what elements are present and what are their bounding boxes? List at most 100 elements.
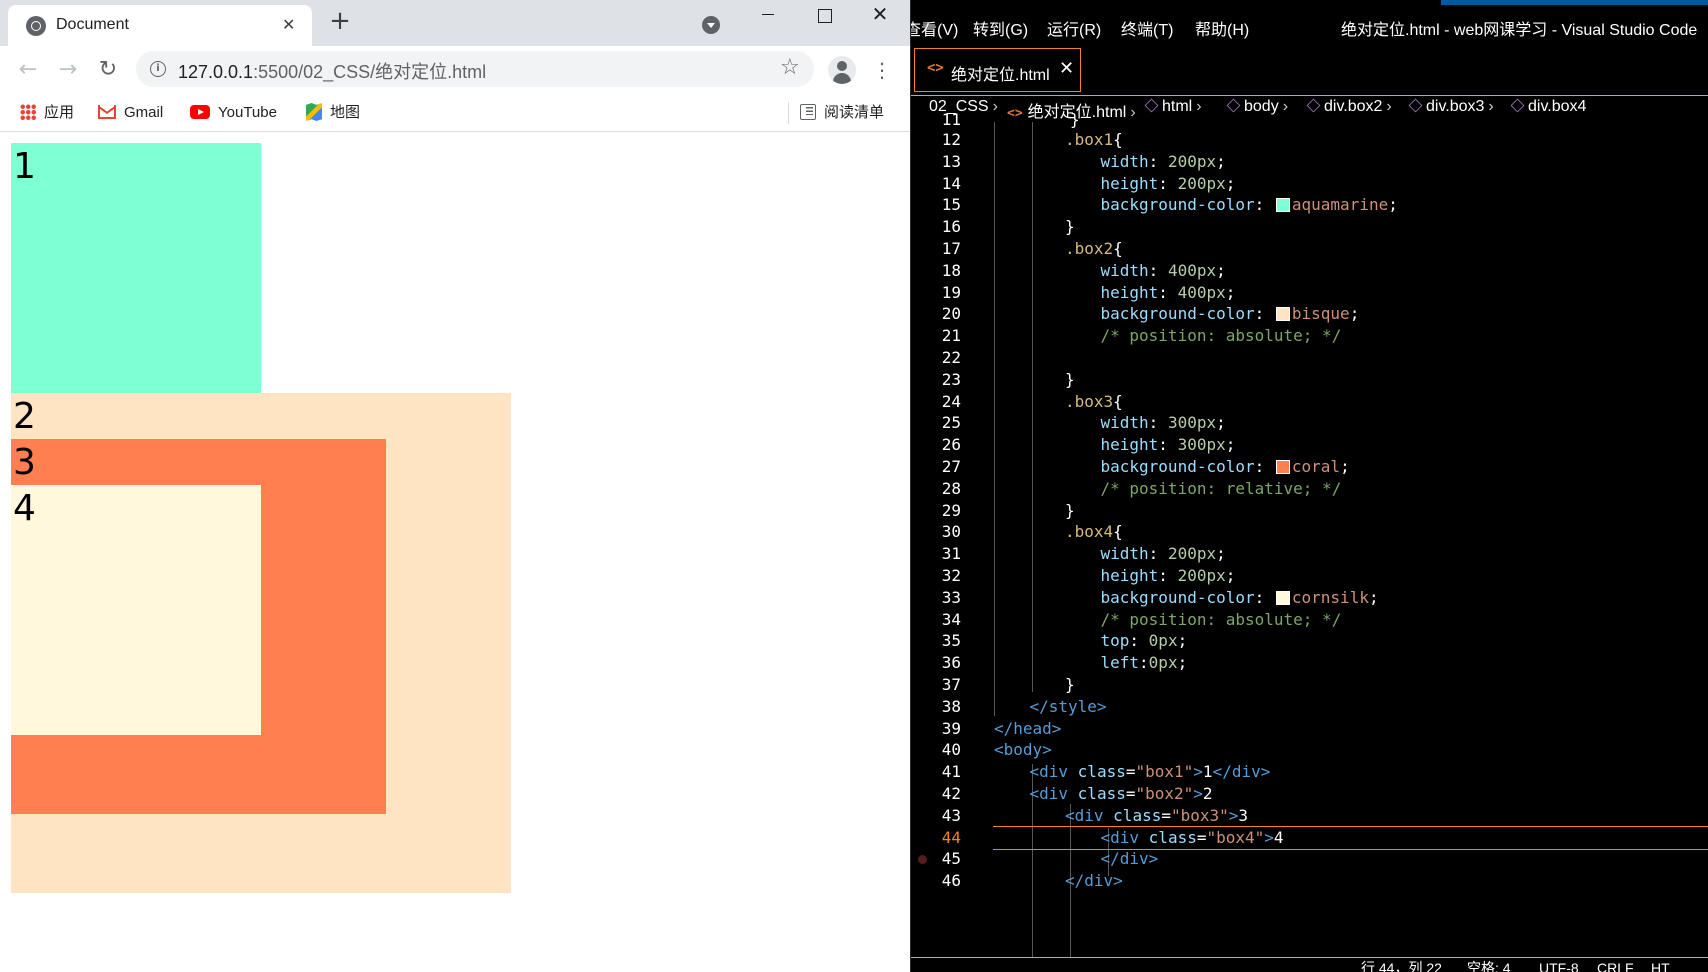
status-eol[interactable]: CRLF [1597,958,1634,972]
color-swatch[interactable] [1275,307,1290,322]
code-text: .box1{ [1065,128,1123,152]
code-token: 1 [1202,762,1213,782]
minimize-button[interactable] [740,2,796,30]
code-editor[interactable]: 11} 12 .box1{13 width: 200px; 14 height: 200… [911,110,1708,957]
code-text: } [1065,368,1075,392]
code-line: 42 <div class="box2">2 [911,782,1708,806]
bookmark-apps-label: 应用 [44,104,75,121]
code-token: .box1 [1065,130,1114,149]
code-line: 29} [911,499,1708,523]
code-token: ; [1216,260,1226,280]
line-number: 46 [941,871,961,891]
code-token: "box2" [1135,784,1194,803]
color-swatch[interactable] [1275,198,1290,213]
code-token: 2 [1202,784,1213,803]
address-bar[interactable]: i 127.0.0.1:5500/02_CSS/绝对定位.html ☆ [136,51,814,87]
menu-run[interactable]: 运行(R) [1047,16,1101,40]
code-line: 13 width: 200px; [911,150,1708,174]
code-token: <body> [994,740,1052,760]
code-token: width [1100,151,1149,171]
line-number: 26 [941,435,961,455]
code-token: ; [1225,566,1236,585]
code-token: ; [1388,195,1398,215]
line-number: 32 [941,566,961,585]
line-number: 18 [941,260,961,280]
bookmark-apps[interactable]: 应用 [20,101,74,125]
color-swatch[interactable] [1275,590,1290,605]
menu-help[interactable]: 帮助(H) [1195,16,1249,40]
code-token: > [1193,784,1203,803]
code-text: background-color: cornsilk; [1101,586,1379,610]
code-text: background-color: bisque; [1101,302,1360,326]
code-line: 43 <div class="box3">3 [911,804,1708,828]
status-language[interactable]: HT [1651,958,1670,972]
line-number: 12 [941,130,961,149]
code-token: { [1113,391,1123,411]
code-line: 21 /* position: absolute; */ [911,324,1708,348]
code-token: = [1161,805,1171,825]
tab-search-icon[interactable] [702,16,720,34]
code-text: </div> [1101,847,1159,871]
code-token: /* position: relative; */ [1100,478,1342,498]
bookmark-youtube[interactable]: YouTube [190,101,277,125]
profile-avatar[interactable] [828,56,856,84]
reading-list-button[interactable]: 阅读清单 [800,101,884,125]
code-token: <div [1029,784,1078,803]
code-token: : [1158,173,1178,193]
code-token: ; [1216,413,1226,433]
back-icon[interactable]: ← [14,56,42,84]
code-token: class [1148,827,1197,847]
status-position[interactable]: 行 44，列 22 [1361,958,1442,972]
line-number: 22 [941,348,961,367]
code-line: 39 </head> [911,717,1708,741]
bookmarks-bar: 应用 Gmail YouTube 地图 阅读清单 [0,94,910,132]
maximize-button[interactable] [796,2,852,30]
code-token: 4 [1273,827,1284,847]
line-number: 15 [941,195,961,215]
status-spaces[interactable]: 空格: 4 [1467,958,1511,972]
globe-icon [26,16,46,36]
bookmark-maps[interactable]: 地图 [306,101,360,125]
reading-list-icon [800,104,816,121]
bookmark-gmail[interactable]: Gmail [98,101,163,125]
info-icon[interactable]: i [150,61,166,77]
code-text: <div class="box4">4 [1101,826,1284,850]
color-swatch[interactable] [1275,460,1290,474]
browser-tab[interactable]: Document ✕ [8,5,312,46]
bookmark-star-icon[interactable]: ☆ [780,56,800,80]
line-number: 20 [941,304,961,324]
code-token: 300px [1167,413,1217,433]
line-number: 30 [941,522,961,542]
code-text: height: 400px; [1101,281,1236,305]
editor-tab-active[interactable]: <> 绝对定位.html ✕ [914,48,1081,92]
code-token: ; [1177,653,1188,673]
status-encoding[interactable]: UTF-8 [1539,958,1579,972]
gmail-icon [98,105,116,120]
url-text[interactable]: 127.0.0.1:5500/02_CSS/绝对定位.html [178,58,486,84]
menu-goto[interactable]: 转到(G) [973,16,1028,40]
menu-dots-icon[interactable]: ⋮ [872,56,892,84]
code-token: { [1113,130,1123,149]
code-line: 31 width: 200px; [911,542,1708,566]
code-line: 25 width: 300px; [911,411,1708,435]
new-tab-button[interactable]: + [326,8,354,36]
line-number: 28 [941,478,961,498]
code-token: </div> [1100,849,1159,869]
code-token: class [1077,784,1126,803]
code-token: left [1100,653,1140,673]
menu-terminal[interactable]: 终端(T) [1121,16,1173,40]
window-title: 绝对定位.html - web网课学习 - Visual Studio Code [1341,22,1698,39]
code-token: > [1228,805,1239,825]
code-token: "box1" [1135,762,1194,782]
browser-window: Document ✕ + ✕ ← → ↻ i 127.0.0.1:5500/02… [0,0,910,972]
code-text: /* position: absolute; */ [1101,608,1342,632]
close-editor-tab-icon[interactable]: ✕ [1059,59,1074,79]
code-text: </div> [1065,869,1123,893]
code-text: background-color: coral; [1101,455,1350,479]
reload-icon[interactable]: ↻ [94,56,122,84]
code-line: 40 <body> [911,738,1708,762]
close-tab-icon[interactable]: ✕ [282,15,295,35]
close-window-button[interactable]: ✕ [852,2,908,30]
forward-icon[interactable]: → [54,56,82,84]
menu-view[interactable]: 查看(V) [911,16,958,40]
